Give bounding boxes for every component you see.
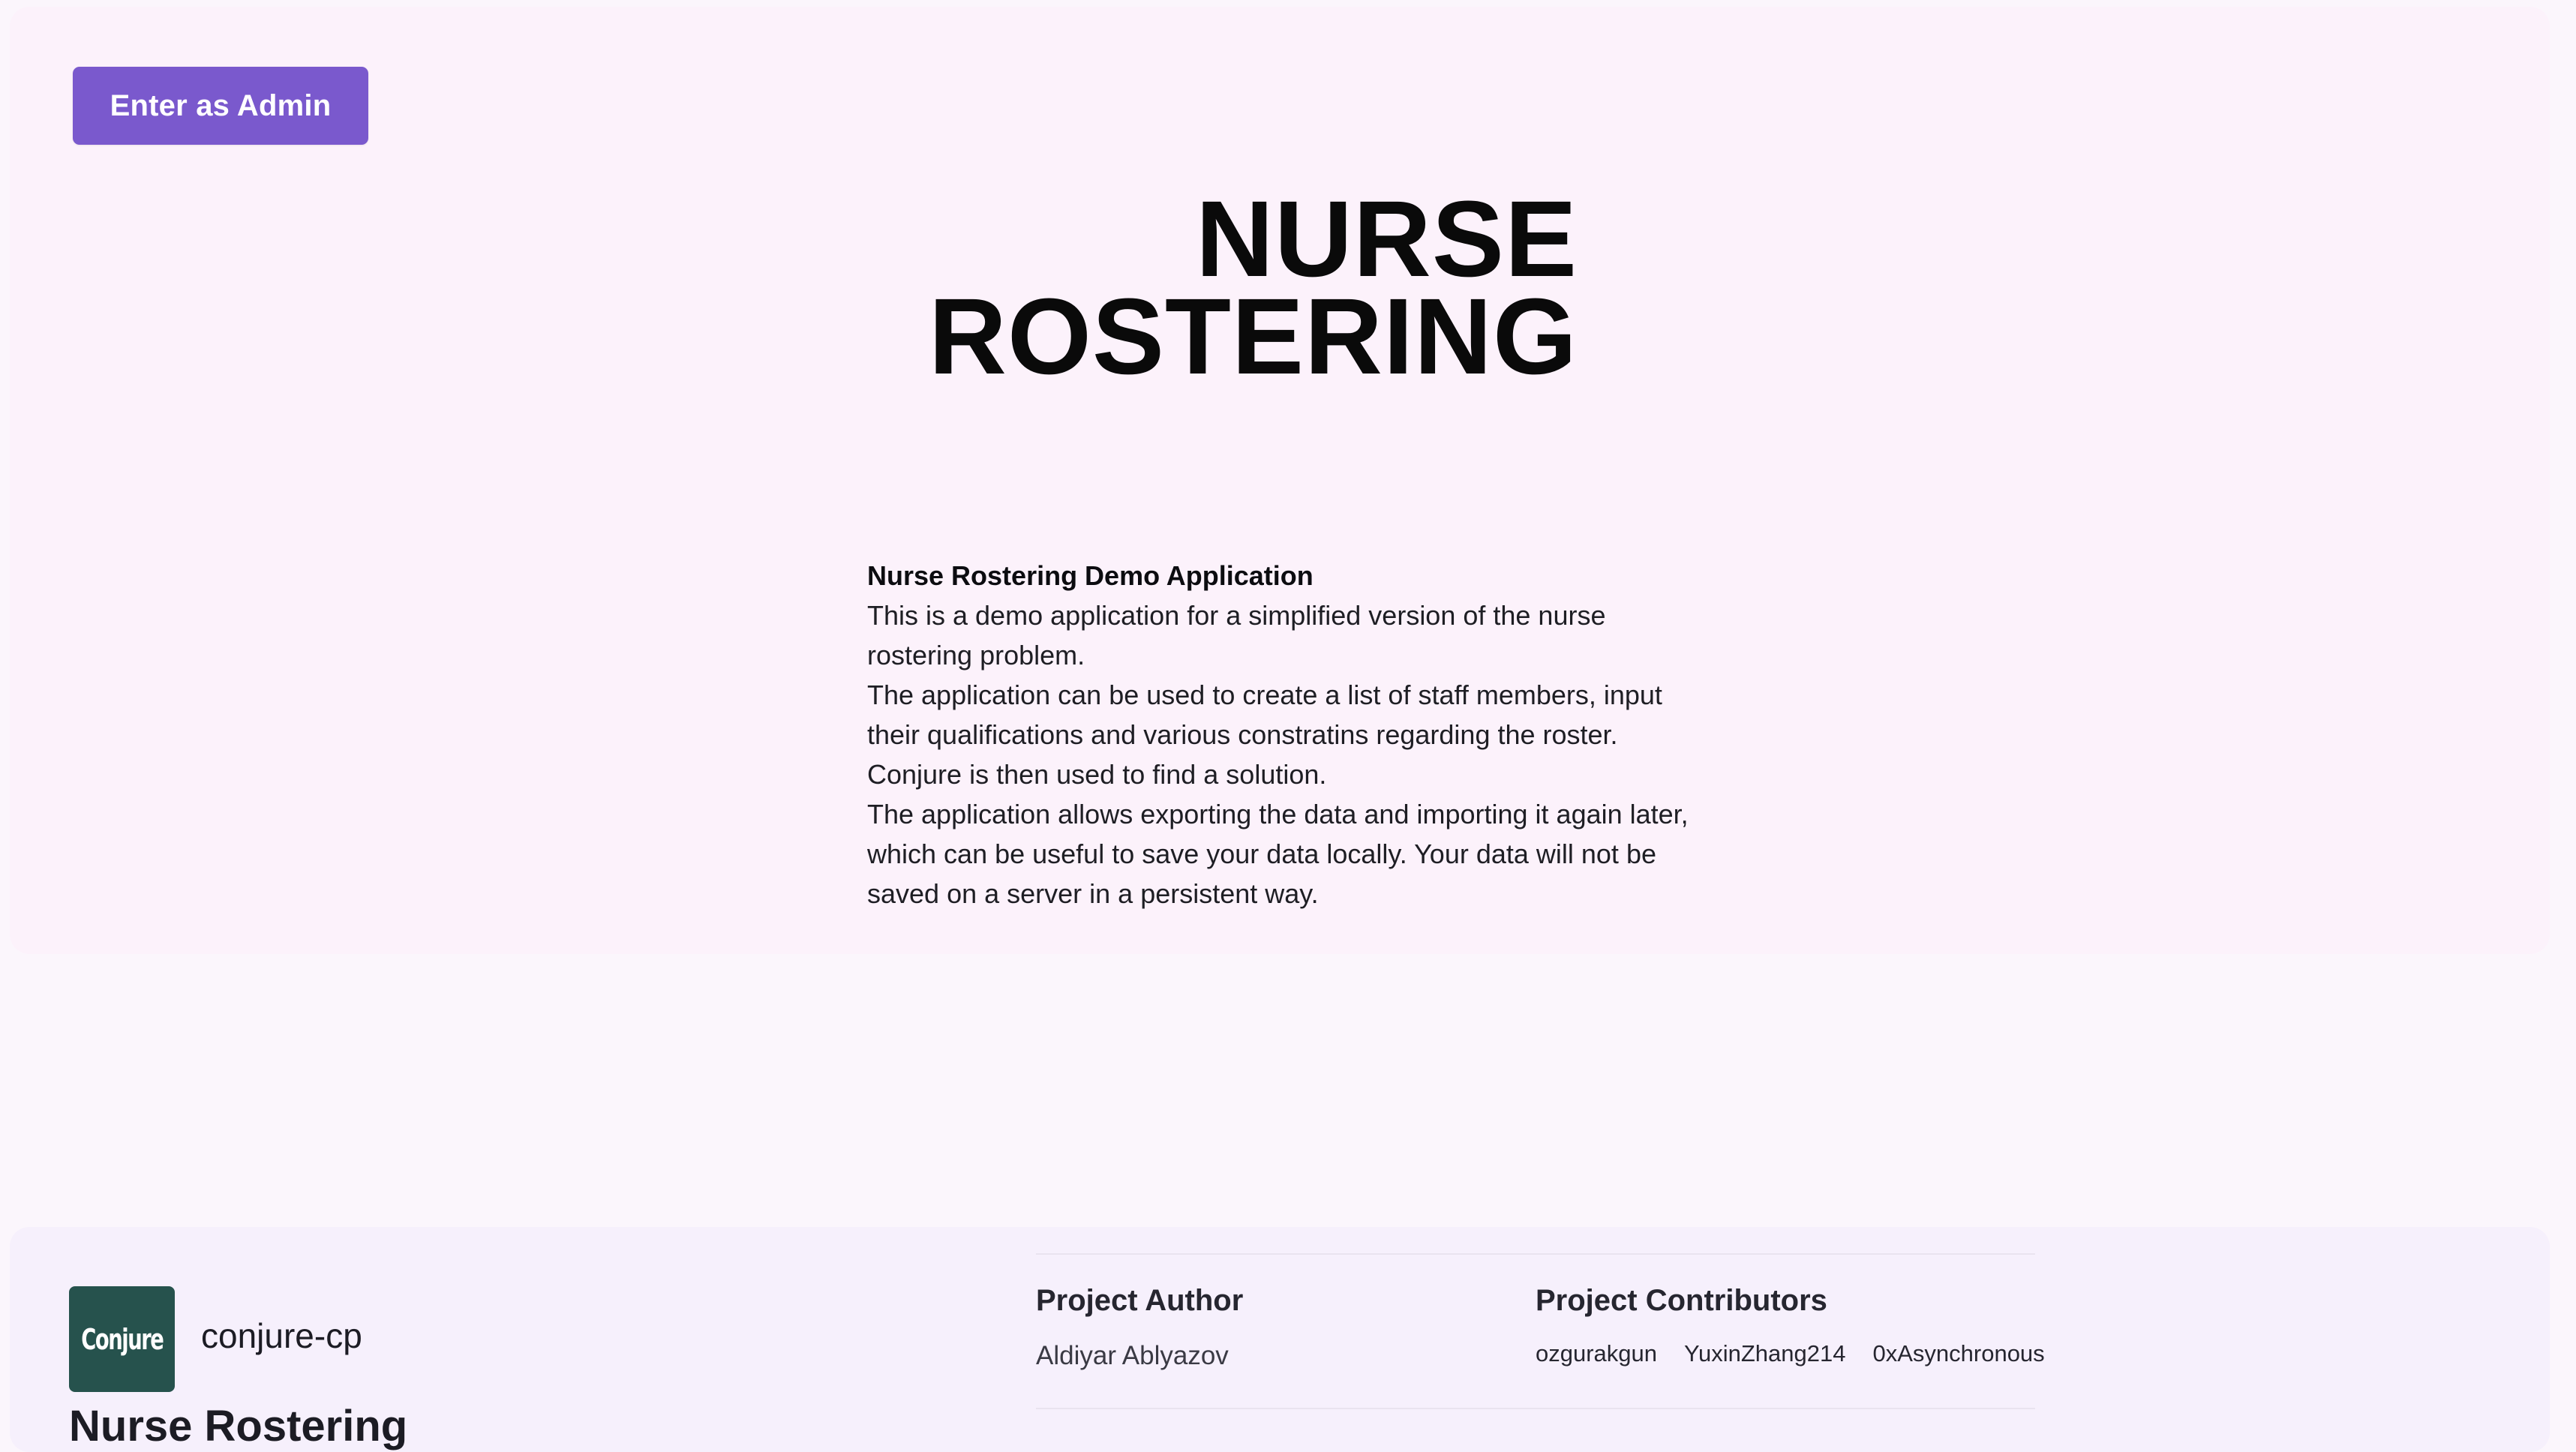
page-title-line-1: NURSE [1195, 178, 1578, 299]
divider [1036, 1253, 2035, 1255]
description-heading: Nurse Rostering Demo Application [867, 560, 1314, 591]
page-title-line-2: ROSTERING [928, 276, 1578, 397]
description-paragraph: The application can be used to create a … [867, 680, 1662, 750]
contributor-link[interactable]: 0xAsynchronous [1872, 1340, 2044, 1367]
divider [1036, 1408, 2035, 1409]
page-title: NURSE ROSTERING [910, 178, 1578, 397]
description-paragraph: Conjure is then used to find a solution. [867, 759, 1327, 790]
project-author-heading: Project Author [1036, 1284, 1244, 1317]
description-paragraph: This is a demo application for a simplif… [867, 600, 1606, 670]
conjure-logo[interactable]: Conjure [69, 1286, 175, 1392]
footer-app-name: Nurse Rostering [69, 1402, 408, 1450]
project-author-name[interactable]: Aldiyar Ablyazov [1036, 1341, 1229, 1371]
contributors-list: ozgurakgun YuxinZhang214 0xAsynchronous [1536, 1340, 2045, 1367]
contributor-link[interactable]: ozgurakgun [1536, 1340, 1657, 1367]
contributor-link[interactable]: YuxinZhang214 [1684, 1340, 1845, 1367]
hero-section: Enter as Admin NURSE ROSTERING Nurse Ros… [10, 7, 2550, 954]
brand-name[interactable]: conjure-cp [201, 1316, 362, 1356]
description-paragraph: The application allows exporting the dat… [867, 799, 1689, 909]
conjure-logo-text: Conjure [80, 1322, 164, 1356]
description-block: Nurse Rostering Demo Application This is… [867, 556, 1715, 914]
project-contributors-heading: Project Contributors [1536, 1284, 1827, 1317]
enter-as-admin-button[interactable]: Enter as Admin [73, 67, 368, 145]
footer: Conjure conjure-cp Nurse Rostering Proje… [10, 1227, 2550, 1452]
